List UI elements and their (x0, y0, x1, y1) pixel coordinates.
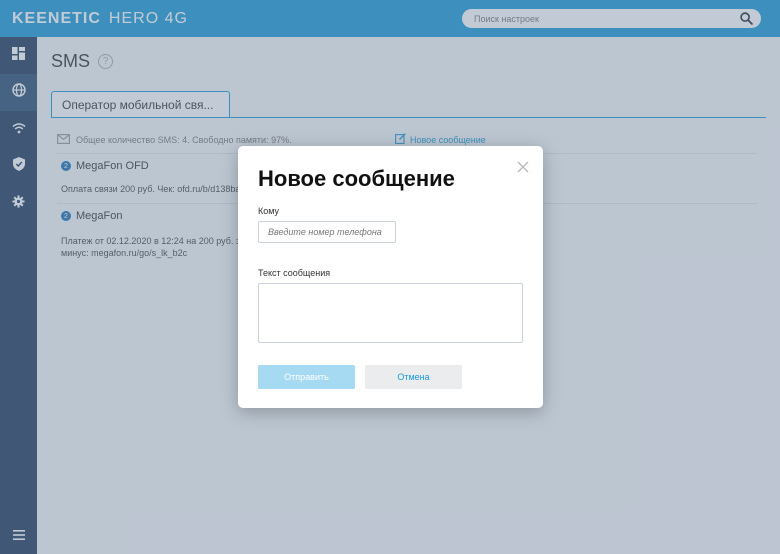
message-text-area[interactable] (258, 283, 523, 343)
phone-number-input[interactable] (258, 221, 396, 243)
new-message-dialog: Новое сообщение Кому Текст сообщения Отп… (238, 146, 543, 408)
message-text-label: Текст сообщения (258, 268, 331, 278)
dialog-title: Новое сообщение (258, 166, 455, 191)
close-icon[interactable] (517, 160, 529, 173)
cancel-button[interactable]: Отмена (365, 365, 462, 389)
recipient-label: Кому (258, 206, 280, 216)
send-button[interactable]: Отправить (258, 365, 355, 389)
